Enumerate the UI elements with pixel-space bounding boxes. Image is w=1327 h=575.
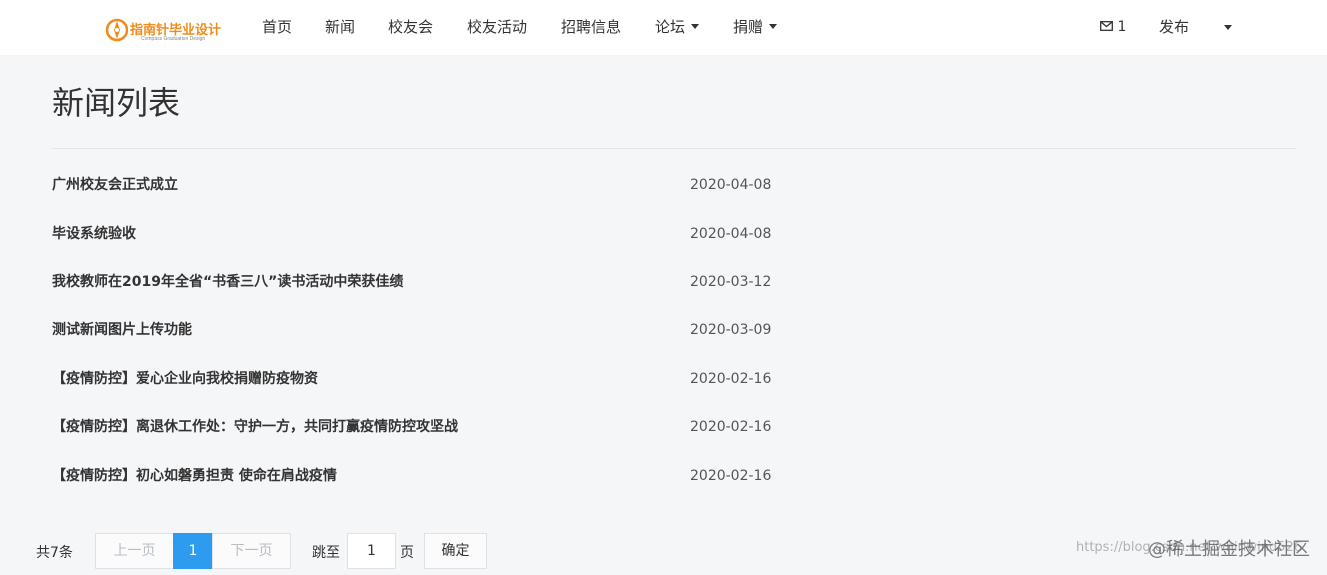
watermark-label: @稀土掘金技术社区 xyxy=(1148,535,1310,561)
user-menu-caret-icon[interactable] xyxy=(1224,25,1232,30)
compass-logo-icon xyxy=(106,18,128,42)
messages-count: 1 xyxy=(1117,19,1127,35)
news-row: 【疫情防控】爱心企业向我校捐赠防疫物资 2020-02-16 xyxy=(52,366,852,392)
nav-item-alumni-association[interactable]: 校友会 xyxy=(388,17,433,37)
top-navbar: 指南针毕业设计 Compass Graduation Design 首页 新闻 … xyxy=(0,0,1327,55)
caret-down-icon xyxy=(769,24,778,29)
news-title-link[interactable]: 毕设系统验收 xyxy=(52,221,136,247)
total-count: 共7条 xyxy=(36,545,73,561)
page-number-input[interactable] xyxy=(347,533,396,569)
news-row: 毕设系统验收 2020-04-08 xyxy=(52,221,852,247)
prev-page-button[interactable]: 上一页 xyxy=(95,533,174,569)
page-1-button[interactable]: 1 xyxy=(173,533,213,569)
news-row: 测试新闻图片上传功能 2020-03-09 xyxy=(52,317,852,343)
publish-button[interactable]: 发布 xyxy=(1159,17,1189,37)
nav-item-alumni-activities[interactable]: 校友活动 xyxy=(467,17,527,37)
nav-item-label: 校友会 xyxy=(388,18,434,36)
nav-item-home[interactable]: 首页 xyxy=(262,17,292,37)
title-divider xyxy=(52,148,1296,149)
brand-subtitle: Compass Graduation Design xyxy=(141,36,206,42)
nav-item-donation[interactable]: 捐赠 xyxy=(733,17,778,37)
news-date: 2020-04-08 xyxy=(690,177,772,193)
nav-item-label: 新闻 xyxy=(325,18,356,36)
news-title-link[interactable]: 测试新闻图片上传功能 xyxy=(52,317,192,343)
nav-item-label: 捐赠 xyxy=(733,18,764,36)
confirm-jump-button[interactable]: 确定 xyxy=(424,533,487,569)
news-date: 2020-03-12 xyxy=(690,274,772,290)
nav-item-recruitment[interactable]: 招聘信息 xyxy=(561,17,621,37)
brand-logo[interactable]: 指南针毕业设计 Compass Graduation Design xyxy=(106,16,222,46)
messages-button[interactable]: 1 xyxy=(1100,17,1126,37)
jump-to-label: 跳至 xyxy=(312,545,340,561)
news-date: 2020-02-16 xyxy=(690,371,772,387)
caret-down-icon xyxy=(691,24,700,29)
nav-item-label: 校友活动 xyxy=(467,18,528,36)
next-page-button[interactable]: 下一页 xyxy=(212,533,291,569)
nav-item-label: 首页 xyxy=(262,18,293,36)
nav-item-news[interactable]: 新闻 xyxy=(325,17,355,37)
news-title-link[interactable]: 【疫情防控】爱心企业向我校捐赠防疫物资 xyxy=(52,366,318,392)
page-suffix-label: 页 xyxy=(400,545,414,561)
news-row: 我校教师在2019年全省“书香三八”读书活动中荣获佳绩 2020-03-12 xyxy=(52,269,852,295)
news-title-link[interactable]: 我校教师在2019年全省“书香三八”读书活动中荣获佳绩 xyxy=(52,269,403,295)
nav-item-label: 论坛 xyxy=(655,18,686,36)
news-title-link[interactable]: 【疫情防控】离退休工作处：守护一方，共同打赢疫情防控攻坚战 xyxy=(52,414,458,440)
news-date: 2020-02-16 xyxy=(690,468,772,484)
watermark-text: @稀土掘金技术社区 xyxy=(1148,539,1310,560)
page-title: 新闻列表 xyxy=(52,84,181,122)
nav-item-forum[interactable]: 论坛 xyxy=(655,17,700,37)
publish-label: 发布 xyxy=(1159,18,1190,36)
news-title-link[interactable]: 广州校友会正式成立 xyxy=(52,172,178,198)
news-date: 2020-02-16 xyxy=(690,419,772,435)
nav-item-label: 招聘信息 xyxy=(561,18,622,36)
news-title-link[interactable]: 【疫情防控】初心如磐勇担责 使命在肩战疫情 xyxy=(52,463,337,489)
mail-icon xyxy=(1100,21,1113,31)
news-row: 广州校友会正式成立 2020-04-08 xyxy=(52,172,852,198)
news-row: 【疫情防控】离退休工作处：守护一方，共同打赢疫情防控攻坚战 2020-02-16 xyxy=(52,414,852,440)
news-row: 【疫情防控】初心如磐勇担责 使命在肩战疫情 2020-02-16 xyxy=(52,463,852,489)
news-date: 2020-03-09 xyxy=(690,322,772,338)
news-date: 2020-04-08 xyxy=(690,226,772,242)
